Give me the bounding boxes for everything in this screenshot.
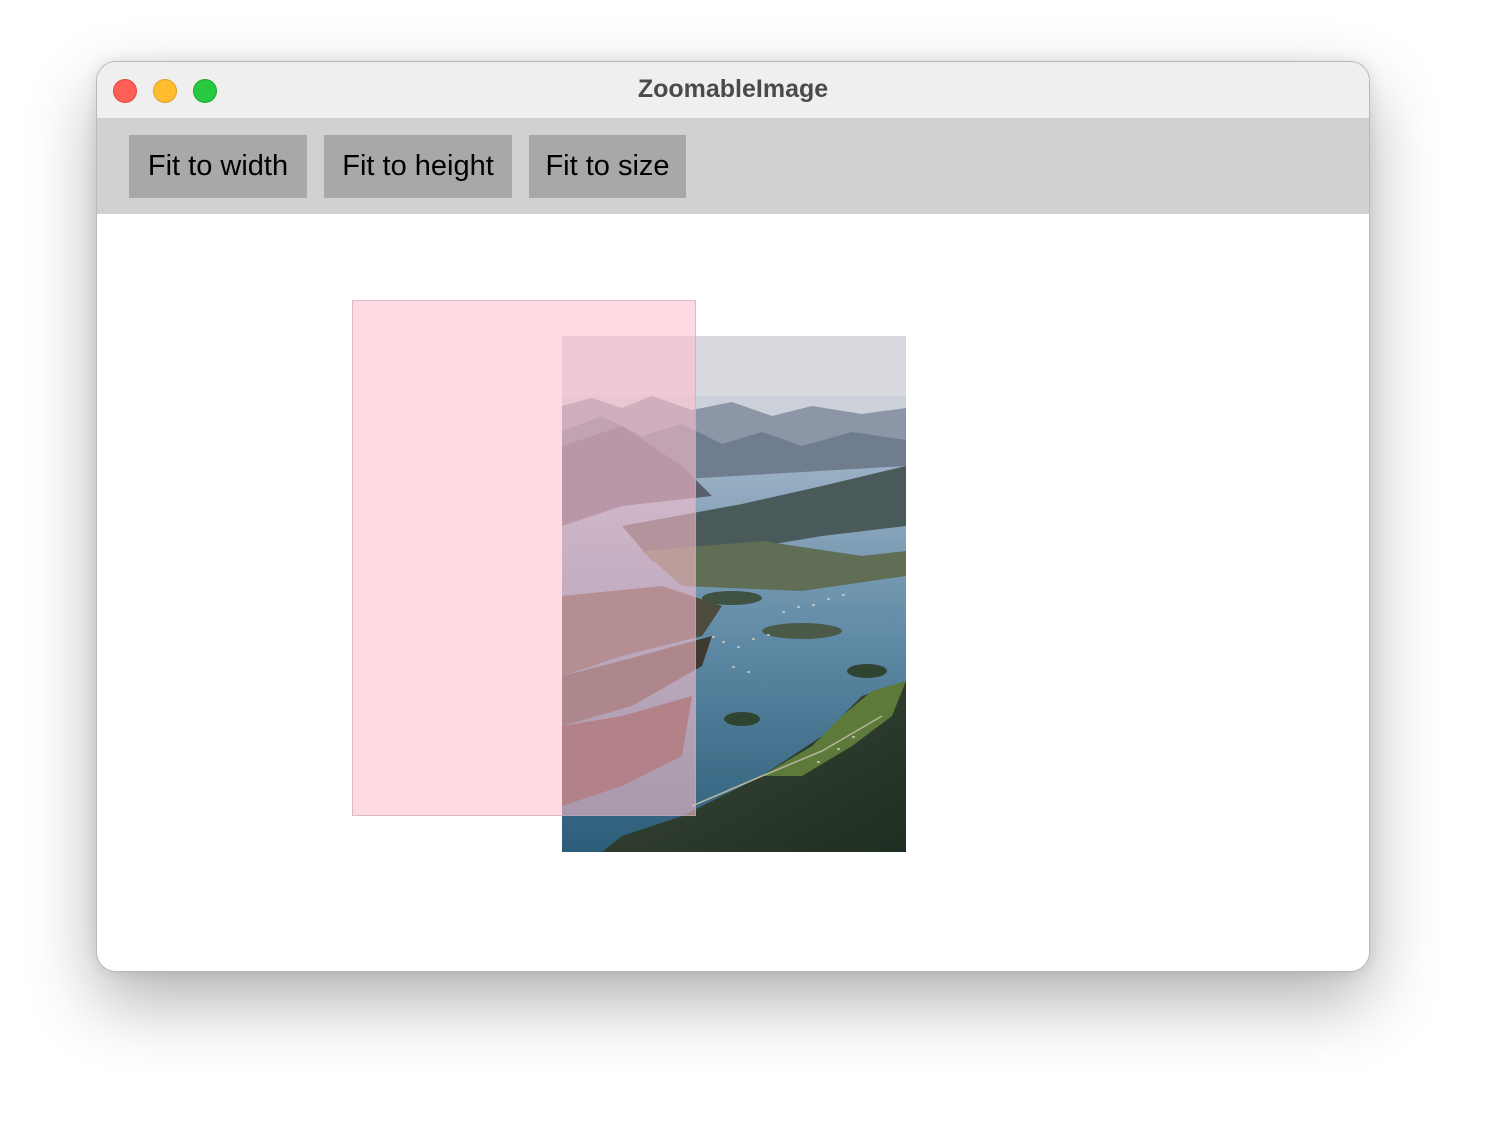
fit-to-width-button[interactable]: Fit to width: [129, 135, 307, 198]
toolbar: Fit to width Fit to height Fit to size: [97, 119, 1369, 214]
window-title: ZoomableImage: [637, 75, 829, 103]
fit-to-height-button[interactable]: Fit to height: [324, 135, 512, 198]
fit-to-size-button[interactable]: Fit to size: [529, 135, 686, 198]
image-canvas[interactable]: [97, 214, 1369, 971]
app-window: ZoomableImage Fit to width Fit to height…: [96, 61, 1370, 972]
title-bar[interactable]: ZoomableImage: [97, 62, 1369, 119]
selection-overlay[interactable]: [352, 300, 696, 816]
